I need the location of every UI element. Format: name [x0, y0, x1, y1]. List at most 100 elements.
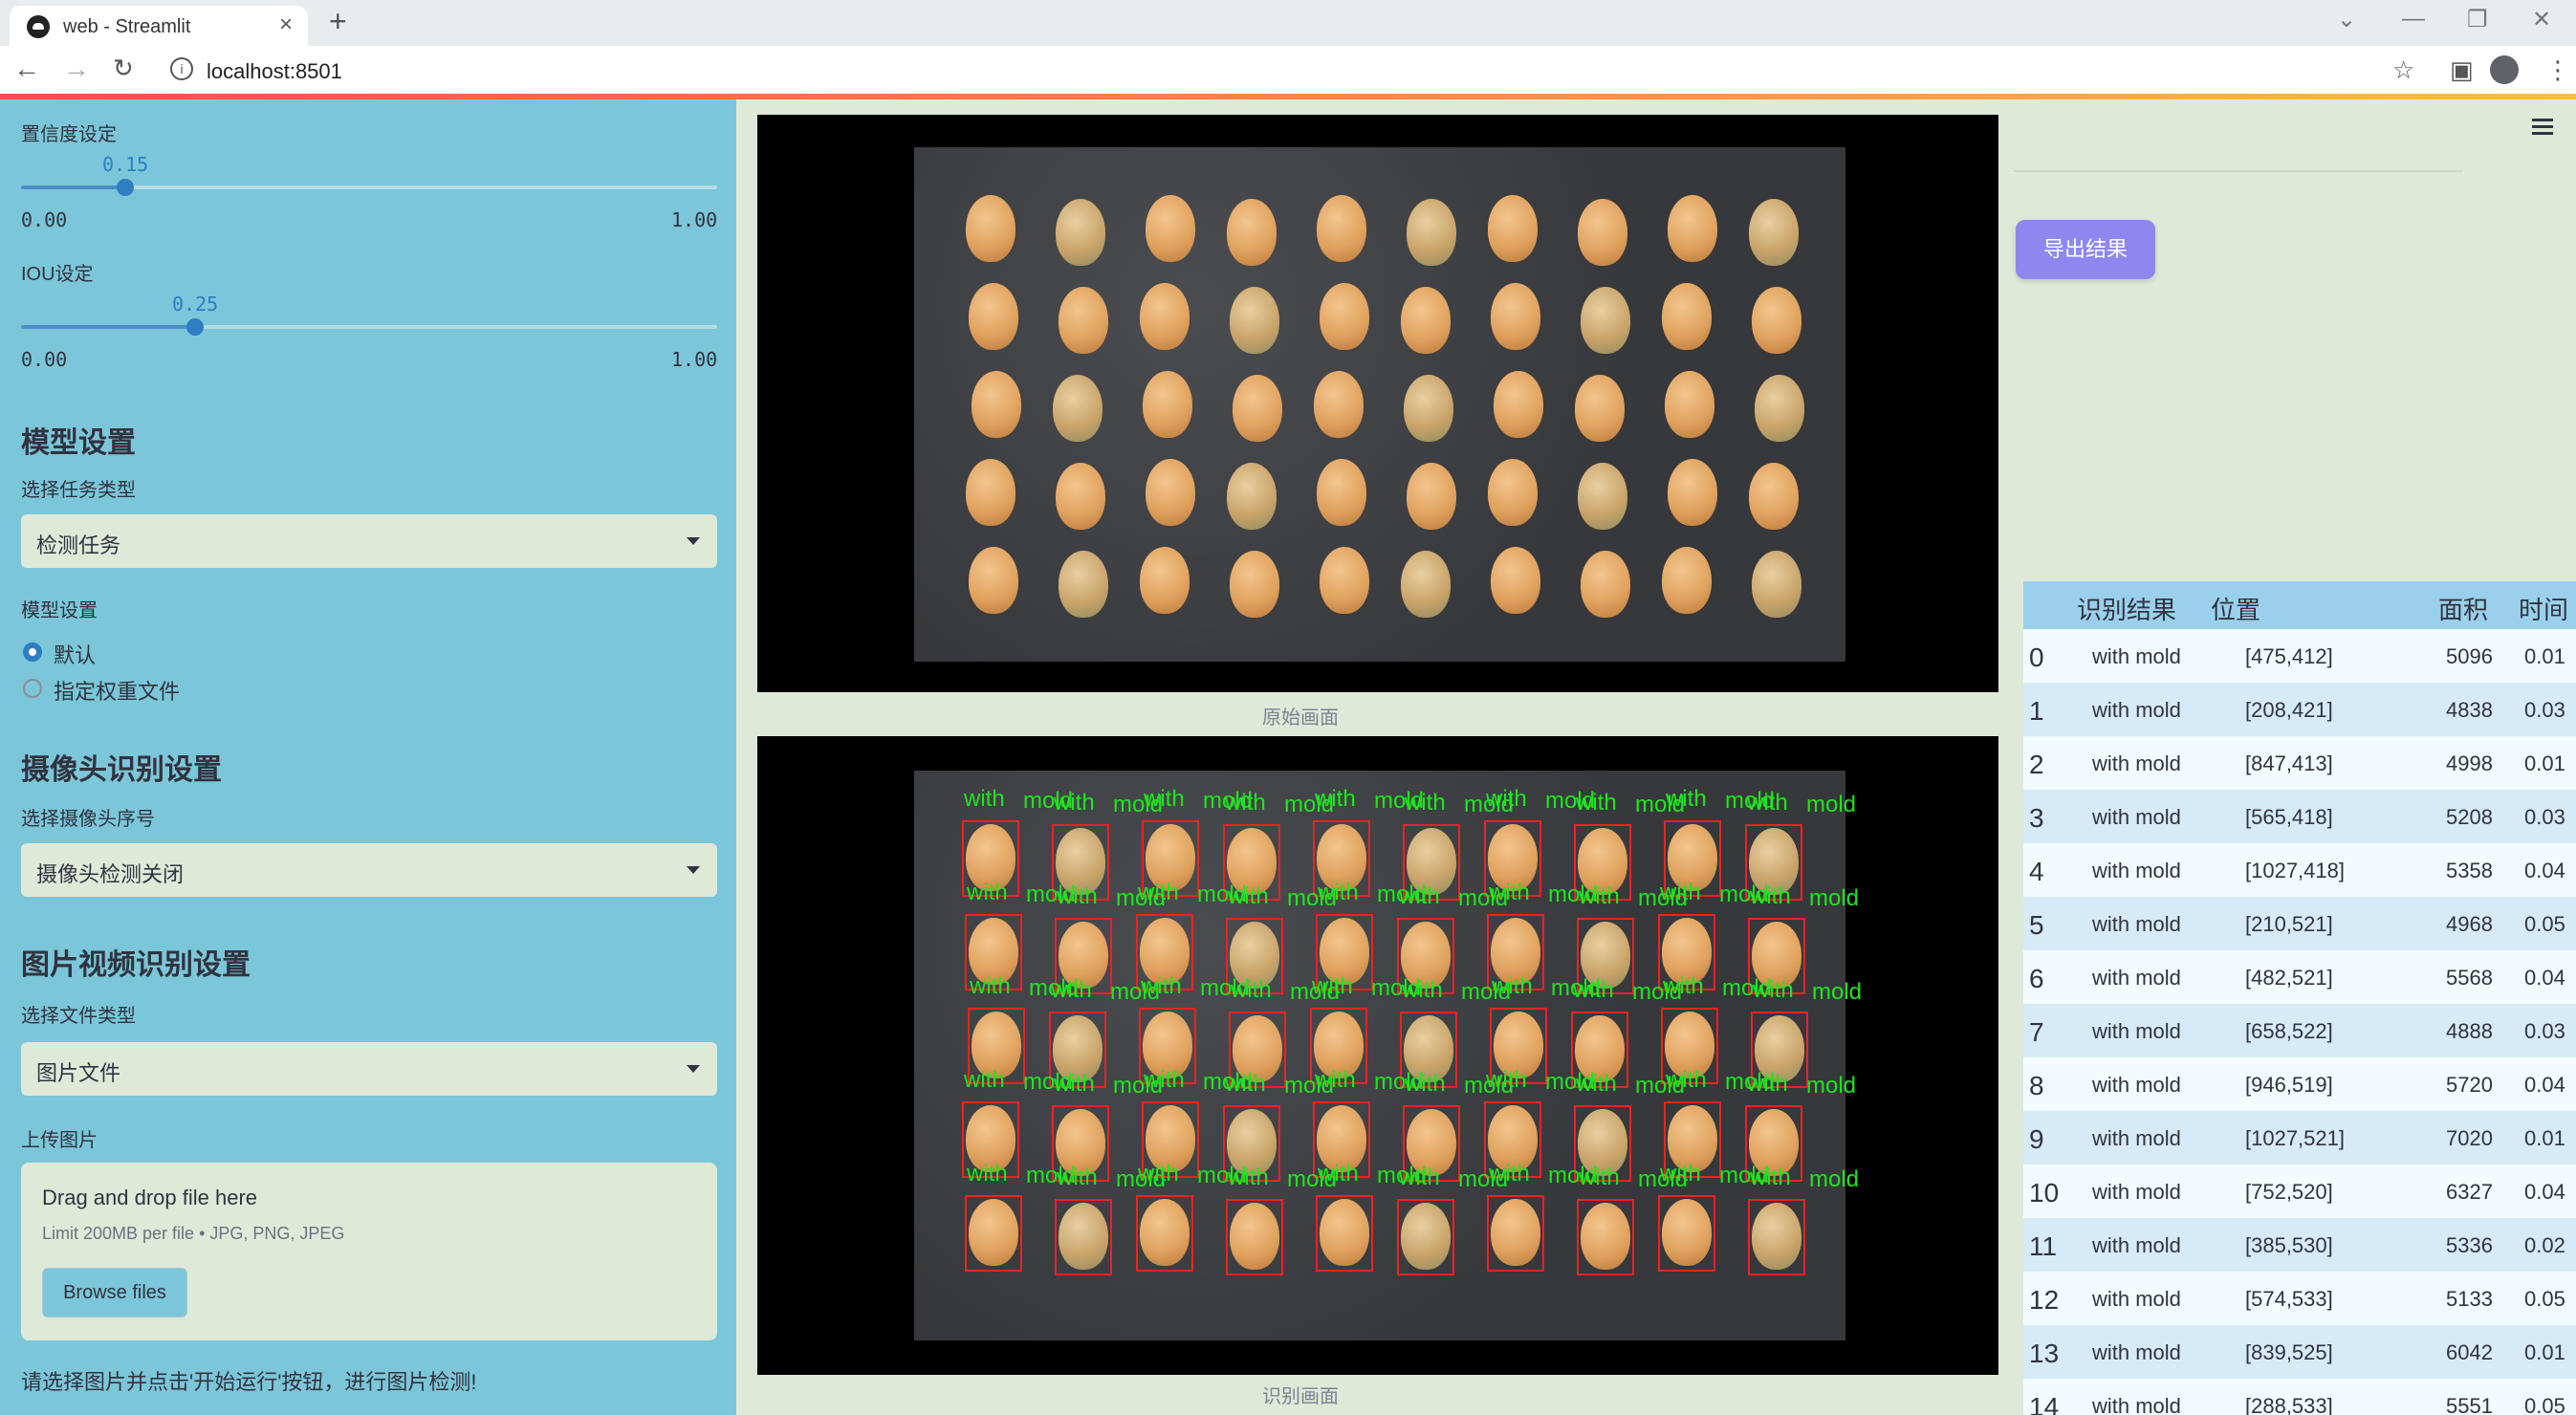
nut-image [1755, 375, 1804, 442]
radio-default[interactable] [23, 642, 42, 662]
nut-image [966, 459, 1015, 526]
detection-label: with [1573, 977, 1614, 1003]
detection-label: mold [1812, 979, 1863, 1005]
position-cell: [752,520] [2245, 1180, 2333, 1204]
table-row[interactable]: 14 with mold [288,533] 5551 0.05 [2023, 1379, 2576, 1415]
nut-image [1317, 459, 1366, 526]
area-cell: 5336 [2446, 1233, 2493, 1257]
reload-icon[interactable]: ↻ [113, 54, 134, 83]
position-cell: [1027,418] [2245, 859, 2345, 882]
nut-image [1578, 463, 1627, 530]
nut-image [1488, 459, 1538, 526]
confidence-slider[interactable] [21, 179, 717, 196]
export-results-button[interactable]: 导出结果 [2016, 220, 2155, 279]
iou-slider[interactable] [21, 318, 717, 336]
table-row[interactable]: 8 with mold [946,519] 5720 0.04 [2023, 1057, 2576, 1111]
url-text[interactable]: localhost:8501 [207, 59, 342, 84]
row-index: 7 [2029, 1017, 2044, 1047]
detection-label: with [1144, 1067, 1185, 1093]
bookmark-star-icon[interactable]: ☆ [2392, 55, 2414, 85]
detection-label: with [1666, 1067, 1707, 1093]
detection-label: with [1144, 786, 1185, 812]
result-cell: with mold [2092, 751, 2181, 775]
detection-box [1226, 1199, 1283, 1275]
side-panel-icon[interactable]: ▣ [2450, 55, 2474, 85]
result-cell: with mold [2092, 1180, 2181, 1204]
radio-custom-weights-label[interactable]: 指定权重文件 [54, 675, 180, 706]
site-info-icon[interactable]: i [170, 57, 193, 80]
position-cell: [946,519] [2245, 1073, 2333, 1097]
address-bar[interactable]: i localhost:8501 [153, 52, 2390, 88]
new-tab-button[interactable]: + [329, 4, 347, 39]
radio-custom-weights[interactable] [23, 679, 42, 698]
header-result[interactable]: 识别结果 [2077, 591, 2176, 626]
position-cell: [658,522] [2245, 1019, 2333, 1043]
detection-label: with [1057, 1165, 1098, 1190]
nut-image [1233, 375, 1282, 442]
table-row[interactable]: 7 with mold [658,522] 4888 0.03 [2023, 1004, 2576, 1057]
task-type-select[interactable]: 检测任务 [21, 514, 717, 568]
iou-slider-thumb[interactable] [186, 318, 204, 336]
browser-menu-icon[interactable]: ⋮ [2545, 55, 2570, 85]
detection-label: with [1747, 1071, 1788, 1097]
restore-icon[interactable]: ❐ [2467, 6, 2488, 33]
nut-image [969, 283, 1018, 350]
detection-label: mold [1806, 792, 1857, 817]
table-row[interactable]: 13 with mold [839,525] 6042 0.01 [2023, 1325, 2576, 1379]
tab-search-chevron-icon[interactable]: ⌄ [2337, 6, 2356, 33]
table-row[interactable]: 11 with mold [385,530] 5336 0.02 [2023, 1218, 2576, 1272]
camera-select-label: 选择摄像头序号 [21, 809, 155, 830]
detection-label: with [1663, 973, 1704, 999]
table-row[interactable]: 6 with mold [482,521] 5568 0.04 [2023, 950, 2576, 1004]
file-type-select[interactable]: 图片文件 [21, 1042, 717, 1096]
nut-image [1320, 547, 1369, 614]
table-row[interactable]: 12 with mold [574,533] 5133 0.05 [2023, 1272, 2576, 1325]
table-row[interactable]: 10 with mold [752,520] 6327 0.04 [2023, 1165, 2576, 1218]
main-menu-icon[interactable] [2532, 119, 2553, 139]
nut-image [1662, 283, 1712, 350]
detection-label: with [1492, 973, 1533, 999]
time-cell: 0.01 [2524, 644, 2565, 668]
table-row[interactable]: 1 with mold [208,421] 4838 0.03 [2023, 683, 2576, 736]
position-cell: [574,533] [2245, 1287, 2333, 1311]
area-cell: 4888 [2446, 1019, 2493, 1043]
detection-label: with [967, 880, 1008, 905]
table-header: 识别结果 位置 面积 时间 [2023, 581, 2576, 629]
profile-avatar-icon[interactable] [2490, 55, 2519, 84]
tab-close-icon[interactable]: × [279, 11, 293, 38]
radio-default-label[interactable]: 默认 [54, 639, 96, 669]
confidence-slider-fill [21, 185, 125, 189]
table-row[interactable]: 3 with mold [565,418] 5208 0.03 [2023, 790, 2576, 843]
minimize-icon[interactable]: — [2402, 6, 2425, 33]
table-row[interactable]: 9 with mold [1027,521] 7020 0.01 [2023, 1111, 2576, 1165]
position-cell: [1027,521] [2245, 1126, 2345, 1150]
results-table[interactable]: 识别结果 位置 面积 时间 0 with mold [475,412] 5096 0.0… [2023, 581, 2576, 1415]
close-window-icon[interactable]: ✕ [2532, 6, 2551, 33]
camera-select[interactable]: 摄像头检测关闭 [21, 843, 717, 897]
confidence-slider-thumb[interactable] [117, 179, 134, 196]
browser-tab[interactable]: web - Streamlit × [10, 6, 308, 46]
header-area[interactable]: 面积 [2438, 591, 2488, 626]
detection-label: with [1747, 790, 1788, 816]
header-position[interactable]: 位置 [2211, 591, 2260, 626]
iou-max: 1.00 [671, 348, 718, 371]
streamlit-favicon-icon [27, 15, 50, 38]
header-time[interactable]: 时间 [2519, 591, 2568, 626]
media-settings-header: 图片视频识别设置 [21, 949, 251, 981]
table-row[interactable]: 2 with mold [847,413] 4998 0.01 [2023, 736, 2576, 790]
table-row[interactable]: 0 with mold [475,412] 5096 0.01 [2023, 629, 2576, 683]
detection-box [1316, 1195, 1373, 1272]
nut-image [1752, 551, 1801, 618]
table-row[interactable]: 5 with mold [210,521] 4968 0.05 [2023, 897, 2576, 950]
file-type-label: 选择文件类型 [21, 1006, 136, 1027]
forward-icon[interactable]: → [63, 54, 90, 84]
browse-files-button[interactable]: Browse files [42, 1268, 187, 1317]
nut-image [1143, 371, 1192, 438]
table-row[interactable]: 4 with mold [1027,418] 5358 0.04 [2023, 843, 2576, 897]
area-cell: 4838 [2446, 698, 2493, 722]
nut-image [1401, 551, 1451, 618]
back-icon[interactable]: ← [13, 54, 40, 84]
detection-label: with [1486, 1067, 1527, 1093]
chevron-down-icon [687, 537, 700, 545]
file-dropzone[interactable]: Drag and drop file here Limit 200MB per … [21, 1163, 717, 1340]
